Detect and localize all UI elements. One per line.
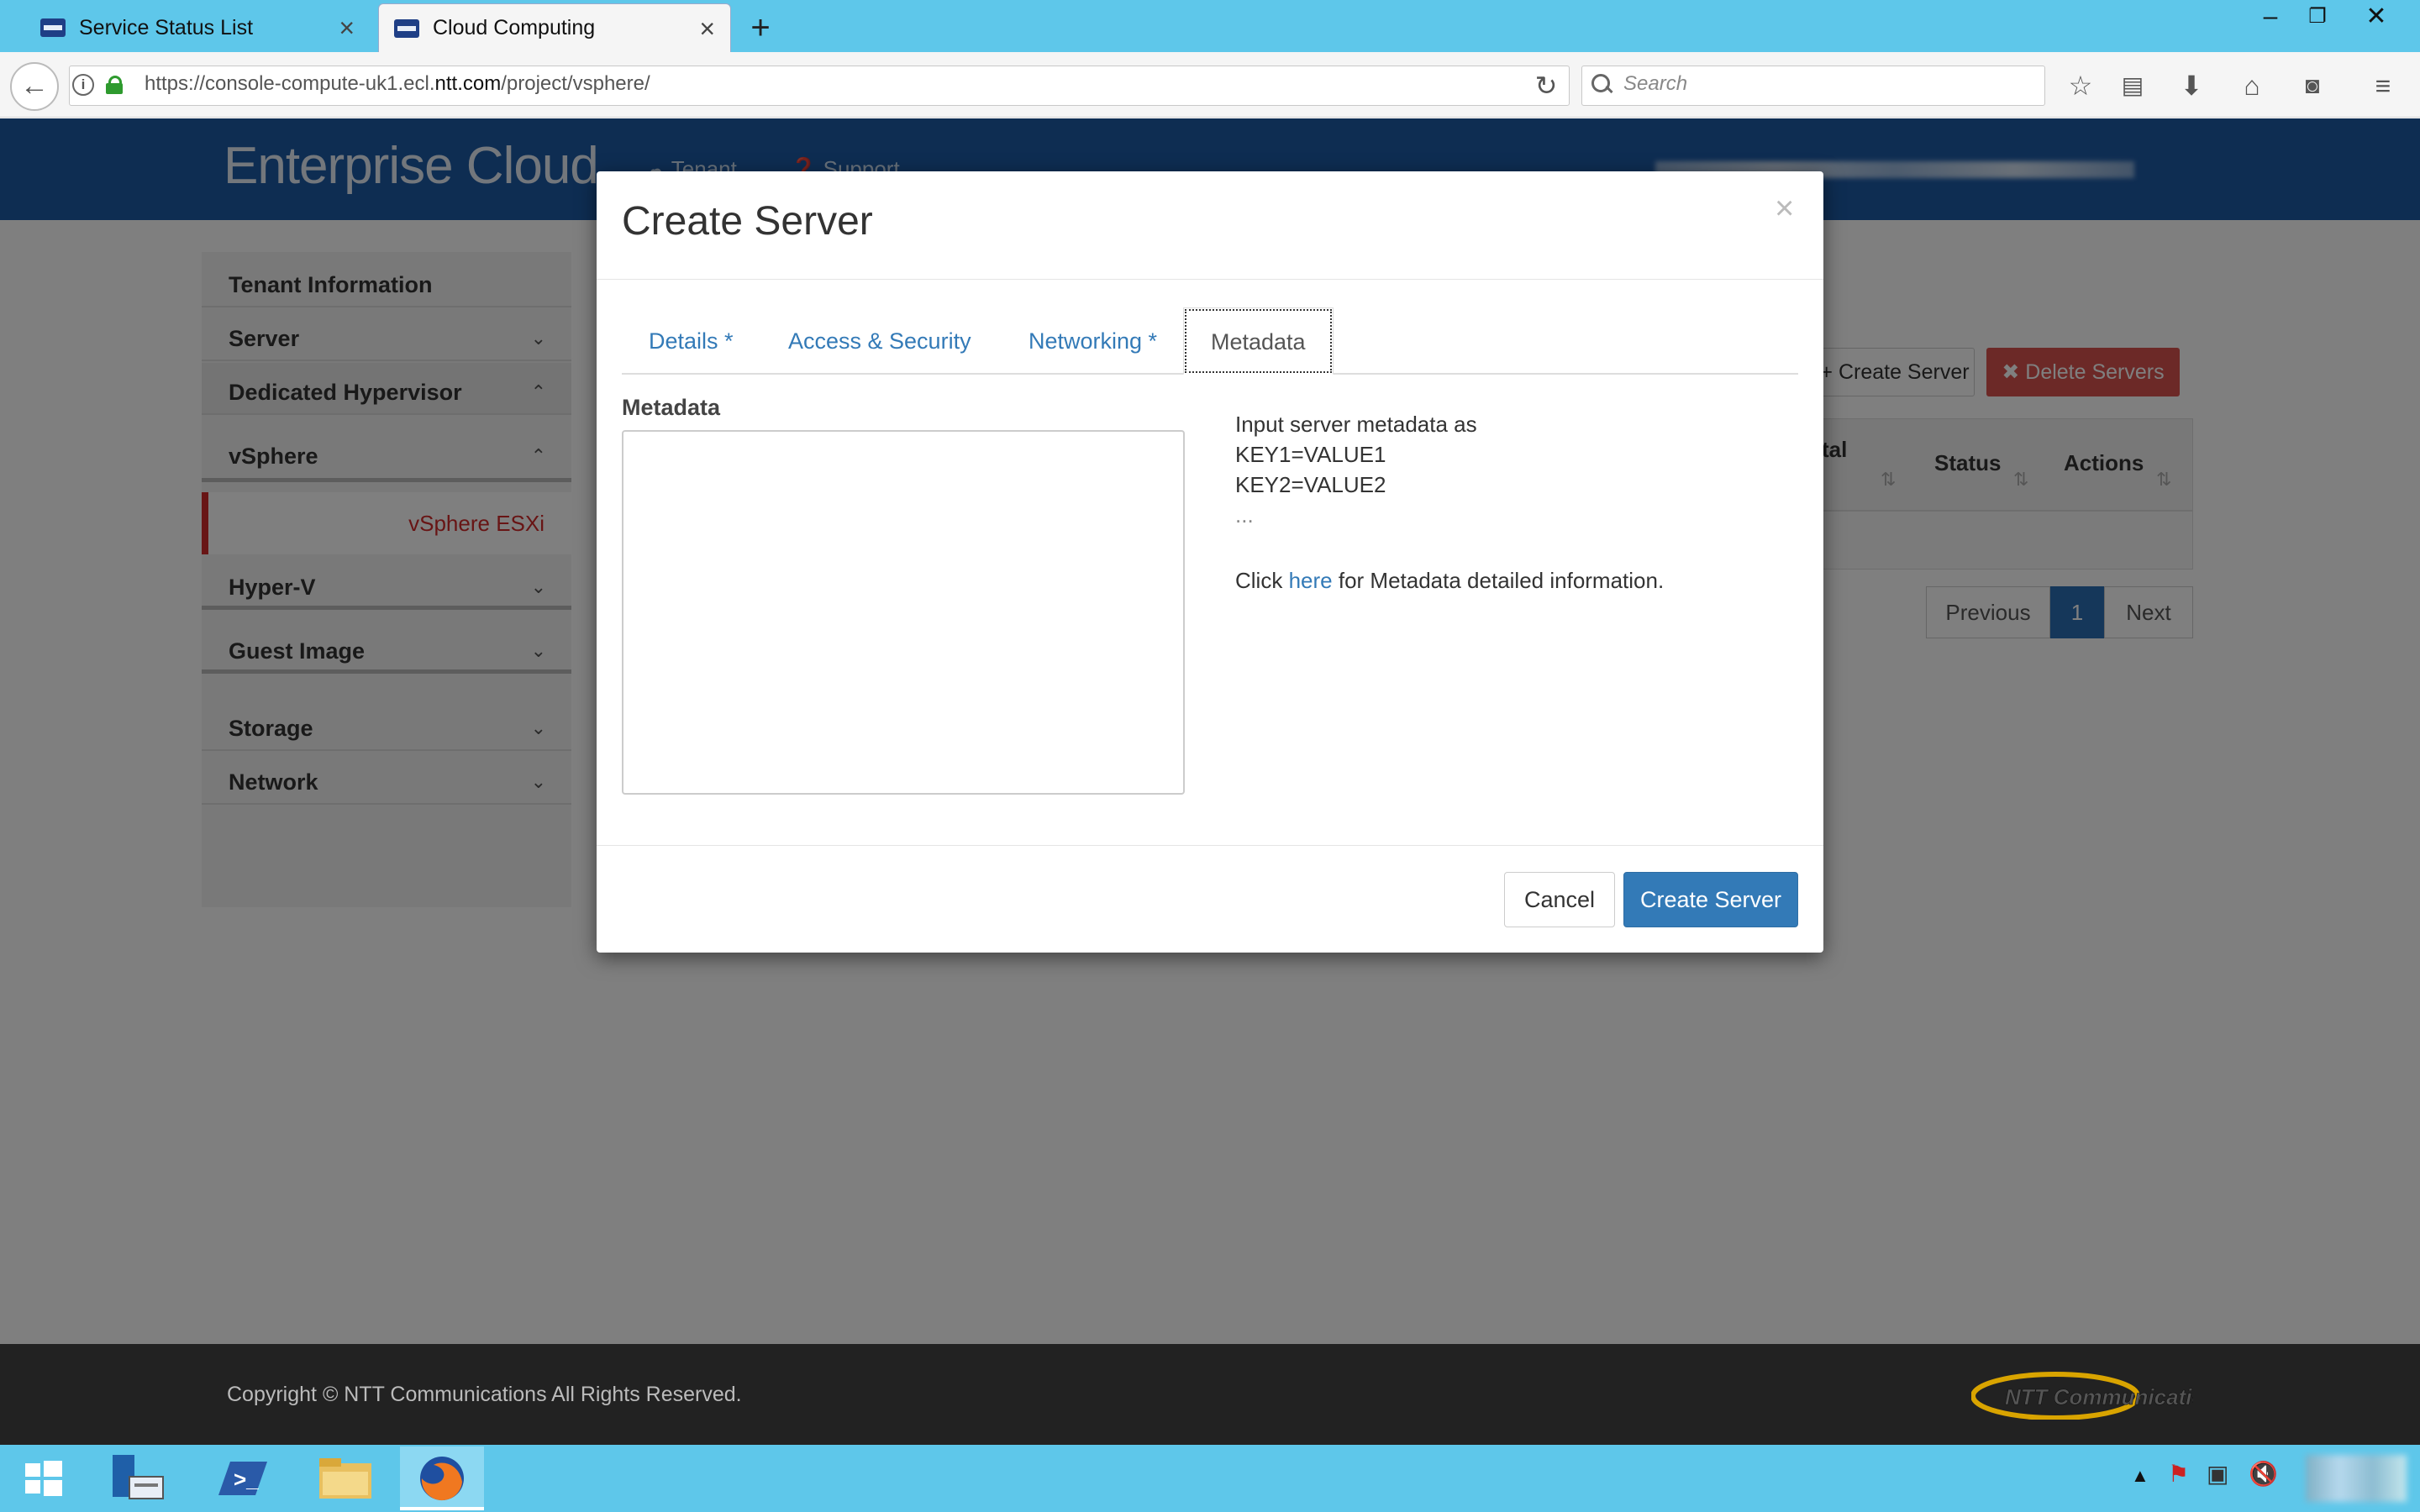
url-text[interactable]: https://console-compute-uk1.ecl.ntt.com/… <box>145 72 650 96</box>
menu-hamburger-icon[interactable]: ≡ <box>2365 67 2402 104</box>
tray-overflow-icon[interactable]: ▲ <box>2131 1465 2149 1487</box>
help-click-prefix: Click <box>1235 568 1283 593</box>
modal-close-icon[interactable]: × <box>1775 190 1794 228</box>
modal-title: Create Server <box>622 199 873 244</box>
metadata-textarea[interactable] <box>622 430 1185 795</box>
url-prefix: https://console-compute-uk1.ecl. <box>145 72 435 95</box>
copyright-text: Copyright © NTT Communications All Right… <box>227 1383 742 1406</box>
window-close-icon[interactable]: ✕ <box>2353 0 2400 34</box>
cancel-button[interactable]: Cancel <box>1504 872 1615 927</box>
minimize-icon[interactable]: – <box>2247 0 2294 34</box>
firefox-glyph-icon <box>420 1457 464 1501</box>
reading-list-icon[interactable]: ▤ <box>2114 67 2151 104</box>
download-icon[interactable]: ⬇ <box>2173 67 2210 104</box>
clock-redacted[interactable] <box>2306 1455 2407 1502</box>
help-click-suffix: for Metadata detailed information. <box>1338 568 1665 593</box>
tab-label: Cloud Computing <box>433 16 596 39</box>
tab-details[interactable]: Details * <box>622 307 760 375</box>
url-domain: ntt.com <box>434 72 502 95</box>
divider <box>597 279 1823 280</box>
search-icon <box>1591 74 1613 96</box>
ntt-communications-logo: NTT Communications <box>1970 1369 2231 1420</box>
firefox-icon[interactable] <box>400 1446 484 1510</box>
metadata-label: Metadata <box>622 395 721 420</box>
pocket-icon[interactable]: ◙ <box>2294 67 2331 104</box>
svg-text:>_: >_ <box>234 1467 259 1492</box>
windows-start-icon[interactable] <box>0 1446 84 1510</box>
metadata-help-link[interactable]: here <box>1289 568 1333 593</box>
home-icon[interactable]: ⌂ <box>2233 67 2270 104</box>
search-placeholder: Search <box>1623 72 1688 95</box>
close-icon[interactable]: × <box>339 14 355 41</box>
divider <box>597 845 1823 846</box>
action-center-flag-icon[interactable]: ⚑ <box>2168 1460 2189 1488</box>
powershell-glyph-icon: >_ <box>218 1462 267 1495</box>
tab-service-status-list[interactable]: Service Status List × <box>25 3 370 52</box>
tab-cloud-computing[interactable]: Cloud Computing × <box>378 3 731 52</box>
windows-logo-icon <box>25 1461 62 1496</box>
help-example-key1: KEY1=VALUE1 <box>1235 442 1386 467</box>
tab-access-security[interactable]: Access & Security <box>761 307 998 375</box>
info-icon[interactable]: i <box>72 74 94 96</box>
file-explorer-icon[interactable] <box>302 1446 387 1510</box>
lock-icon <box>106 76 123 94</box>
new-tab-plus-icon[interactable]: + <box>739 7 781 49</box>
server-manager-icon[interactable] <box>94 1446 178 1510</box>
site-favicon-icon <box>40 18 66 37</box>
bookmark-star-icon[interactable]: ☆ <box>2062 67 2099 104</box>
ntt-logo-icon: NTT Communications <box>1970 1372 2231 1420</box>
powershell-icon[interactable]: >_ <box>198 1446 282 1510</box>
volume-muted-icon[interactable]: 🔇 <box>2249 1460 2278 1488</box>
server-manager-glyph-icon <box>113 1455 164 1499</box>
tab-networking[interactable]: Networking * <box>1002 307 1184 375</box>
tab-metadata[interactable]: Metadata <box>1183 307 1334 375</box>
reload-icon[interactable]: ↻ <box>1529 69 1563 102</box>
folder-icon <box>319 1458 371 1499</box>
help-ellipsis: ... <box>1235 502 1254 528</box>
logo-text: NTT Communications <box>2005 1384 2193 1410</box>
help-link-line: Click here for Metadata detailed informa… <box>1235 568 1664 594</box>
tab-label: Service Status List <box>79 15 254 39</box>
help-example-key2: KEY2=VALUE2 <box>1235 472 1386 497</box>
help-line: Input server metadata as <box>1235 412 1477 437</box>
restore-icon[interactable]: ❐ <box>2294 0 2341 34</box>
site-favicon-icon <box>394 18 419 38</box>
url-path: /project/vsphere/ <box>501 72 650 95</box>
back-arrow-icon[interactable]: ← <box>10 62 59 111</box>
create-server-submit-button[interactable]: Create Server <box>1623 872 1798 927</box>
close-icon[interactable]: × <box>699 15 715 42</box>
network-icon[interactable]: ▣ <box>2207 1460 2228 1488</box>
